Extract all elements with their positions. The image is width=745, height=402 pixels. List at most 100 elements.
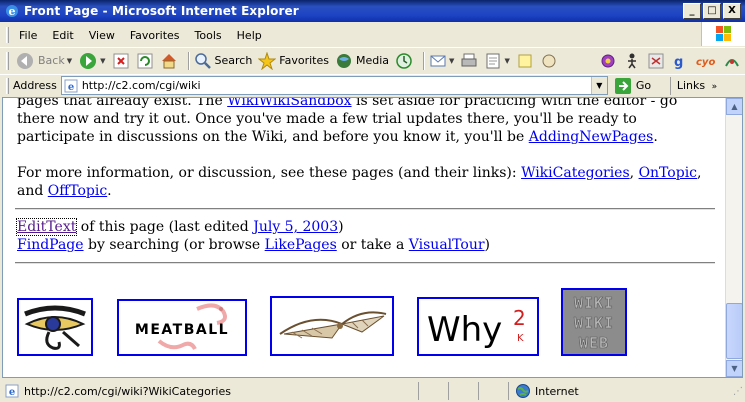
paragraph-text: ,: [629, 165, 639, 181]
toolbar-grip: [6, 51, 9, 70]
menu-view[interactable]: View: [89, 29, 115, 42]
search-button[interactable]: Search: [194, 50, 253, 72]
leonardo-flying-machine-icon: [279, 311, 387, 339]
eye-of-horus-logo-link[interactable]: [17, 298, 93, 356]
print-icon: [461, 53, 477, 66]
status-panel: [448, 382, 474, 400]
mail-button[interactable]: ▼: [429, 50, 454, 72]
edit-button[interactable]: ▼: [484, 50, 510, 72]
why-k-text: K: [517, 333, 524, 344]
toolbar-separator: [423, 51, 426, 70]
discuss-button[interactable]: [516, 50, 534, 72]
media-label: Media: [356, 54, 390, 67]
paragraph-text: .: [653, 129, 658, 145]
meatball-logo-link[interactable]: MEATBALL: [117, 299, 247, 356]
svg-text:e: e: [68, 82, 74, 93]
home-button[interactable]: [160, 50, 178, 72]
offtopic-link[interactable]: OffTopic: [48, 183, 107, 199]
go-button[interactable]: Go: [614, 77, 664, 95]
search-label: Search: [214, 54, 253, 67]
bookmark-icon: [725, 58, 739, 66]
svg-text:cyo: cyo: [696, 57, 715, 68]
edit-line: EditText of this page (last edited July …: [15, 218, 717, 236]
windows-flag-icon: [716, 26, 731, 41]
back-dropdown-icon[interactable]: ▼: [67, 57, 72, 65]
menu-favorites[interactable]: Favorites: [130, 29, 180, 42]
why2k-logo: Why 2 K: [427, 306, 526, 350]
messenger-button[interactable]: [540, 50, 558, 72]
divider: [15, 262, 715, 264]
meatball-wiki-logo: MEATBALL: [135, 303, 228, 350]
divider: [15, 208, 715, 210]
scroll-thumb[interactable]: [726, 303, 742, 359]
research-button[interactable]: [599, 50, 617, 72]
wiki-plugin-button[interactable]: g: [671, 50, 689, 72]
favorites-button[interactable]: Favorites: [258, 50, 329, 72]
ontopic-link[interactable]: OnTopic: [639, 165, 697, 181]
menu-edit[interactable]: Edit: [52, 29, 73, 42]
footer-text: ): [338, 219, 344, 235]
edittext-link[interactable]: EditText: [15, 218, 78, 236]
links-chevron-icon: »: [711, 81, 718, 92]
wikicategories-link[interactable]: WikiCategories: [521, 165, 630, 181]
links-button[interactable]: Links »: [669, 76, 718, 95]
flying-machine-logo-link[interactable]: [270, 296, 394, 356]
menu-tools[interactable]: Tools: [195, 29, 222, 42]
menu-help[interactable]: Help: [237, 29, 262, 42]
scroll-up-button[interactable]: ▲: [726, 98, 742, 115]
footer-text: by searching (or browse: [83, 237, 265, 253]
resize-grip-icon[interactable]: ⋰: [733, 386, 743, 397]
wikiwikisandbox-link[interactable]: WikiWikiSandbox: [227, 98, 351, 109]
maximize-button[interactable]: □: [703, 3, 721, 19]
forward-button[interactable]: ▼: [78, 50, 106, 72]
status-bar: e http://c2.com/cgi/wiki?WikiCategories …: [0, 380, 745, 402]
back-arrow-icon: [17, 52, 33, 69]
refresh-button[interactable]: [136, 50, 154, 72]
stop-icon: [113, 53, 128, 68]
addingnewpages-link[interactable]: AddingNewPages: [529, 129, 654, 145]
user-button[interactable]: [623, 50, 641, 72]
back-button[interactable]: Back ▼: [15, 50, 72, 72]
findpage-link[interactable]: FindPage: [17, 237, 84, 253]
bookmark-button[interactable]: [723, 50, 741, 72]
translate-button[interactable]: [647, 50, 665, 72]
address-dropdown-icon[interactable]: ▼: [590, 77, 607, 94]
translate-icon: [648, 53, 664, 68]
media-button[interactable]: Media: [335, 50, 389, 72]
minimize-button[interactable]: _: [683, 3, 701, 19]
print-button[interactable]: [460, 50, 478, 72]
favorites-label: Favorites: [279, 54, 329, 67]
standard-toolbar: Back ▼ ▼ Search Favorites Media ▼ ▼ g cy…: [0, 47, 745, 73]
plugin-g-icon: g: [674, 55, 683, 70]
close-button[interactable]: X: [723, 3, 741, 19]
cyo-button[interactable]: cyo: [695, 50, 717, 72]
stop-button[interactable]: [112, 50, 130, 72]
wikiwikiweb-logo: WIKI WIKI WEB: [563, 290, 625, 354]
title-bar: e Front Page - Microsoft Internet Explor…: [0, 0, 745, 22]
menu-file[interactable]: File: [19, 29, 37, 42]
svg-text:g: g: [674, 55, 683, 70]
last-edited-date-link[interactable]: July 5, 2003: [253, 219, 338, 235]
paragraph-text: pages that already exist. The: [17, 97, 228, 109]
home-icon: [161, 53, 176, 68]
address-url[interactable]: http://c2.com/cgi/wiki: [82, 79, 201, 92]
scroll-down-button[interactable]: ▼: [726, 360, 742, 377]
why2k-logo-link[interactable]: Why 2 K: [417, 297, 539, 356]
mail-dropdown-icon[interactable]: ▼: [449, 57, 454, 65]
visualtour-link[interactable]: VisualTour: [409, 237, 485, 253]
forward-dropdown-icon[interactable]: ▼: [100, 57, 105, 65]
likepages-link[interactable]: LikePages: [265, 237, 337, 253]
wikiwikiweb-logo-link[interactable]: WIKI WIKI WEB: [561, 288, 627, 356]
content-viewport[interactable]: pages that already exist. The WikiWikiSa…: [2, 97, 743, 378]
edit-dropdown-icon[interactable]: ▼: [504, 57, 509, 65]
vertical-scrollbar[interactable]: ▲ ▼: [725, 98, 742, 377]
svg-text:e: e: [9, 5, 16, 18]
history-button[interactable]: [395, 50, 413, 72]
user-figure-icon: [628, 53, 636, 68]
menu-grip: [6, 27, 9, 43]
paragraph-text: .: [107, 183, 112, 199]
address-field[interactable]: e http://c2.com/cgi/wiki ▼: [60, 76, 608, 95]
security-zone[interactable]: Internet: [508, 382, 658, 400]
footer-text: ): [484, 237, 491, 253]
footer-text: of this page (last edited: [76, 219, 254, 235]
